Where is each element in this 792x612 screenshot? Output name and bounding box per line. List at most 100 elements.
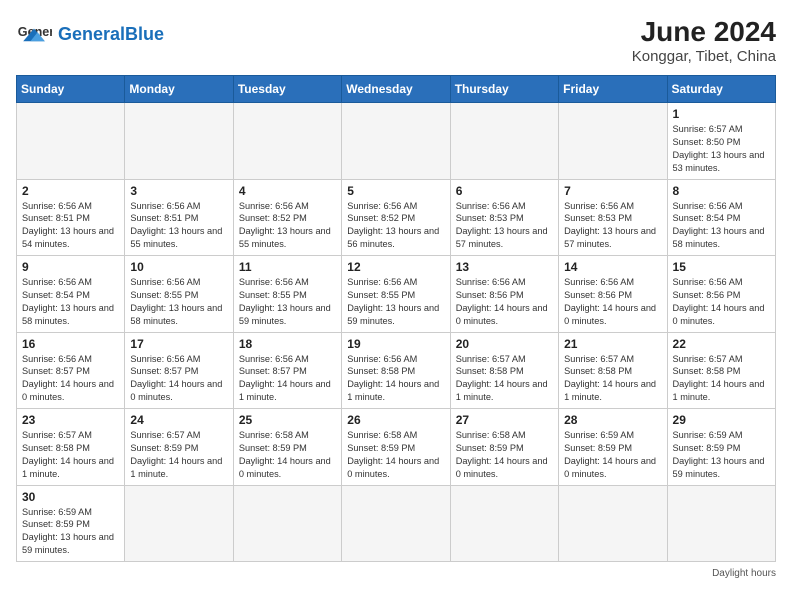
calendar-cell: 27 Sunrise: 6:58 AMSunset: 8:59 PMDayligh… bbox=[450, 409, 558, 486]
day-info: Sunrise: 6:56 AMSunset: 8:54 PMDaylight:… bbox=[22, 276, 119, 328]
calendar-cell: 16 Sunrise: 6:56 AMSunset: 8:57 PMDayligh… bbox=[17, 332, 125, 409]
calendar-row: 1Sunrise: 6:57 AMSunset: 8:50 PMDaylight… bbox=[17, 103, 776, 180]
day-number: 22 bbox=[673, 337, 770, 351]
page-header: General GeneralBlue June 2024 Konggar, T… bbox=[16, 16, 776, 65]
day-number: 29 bbox=[673, 413, 770, 427]
calendar-cell: 26 Sunrise: 6:58 AMSunset: 8:59 PMDayligh… bbox=[342, 409, 450, 486]
calendar-cell bbox=[17, 103, 125, 180]
day-number: 1 bbox=[673, 107, 770, 121]
day-info: Sunrise: 6:56 AMSunset: 8:55 PMDaylight:… bbox=[239, 276, 336, 328]
calendar-row: 16 Sunrise: 6:56 AMSunset: 8:57 PMDayligh… bbox=[17, 332, 776, 409]
day-info: Sunrise: 6:59 AMSunset: 8:59 PMDaylight:… bbox=[564, 429, 661, 481]
day-number: 23 bbox=[22, 413, 119, 427]
calendar-table: SundayMondayTuesdayWednesdayThursdayFrid… bbox=[16, 75, 776, 562]
day-number: 30 bbox=[22, 490, 119, 504]
weekday-header-thursday: Thursday bbox=[450, 76, 558, 103]
day-number: 25 bbox=[239, 413, 336, 427]
daylight-label: Daylight hours bbox=[712, 568, 776, 579]
calendar-cell bbox=[125, 485, 233, 562]
calendar-row: 9Sunrise: 6:56 AMSunset: 8:54 PMDaylight… bbox=[17, 256, 776, 333]
day-info: Sunrise: 6:56 AMSunset: 8:57 PMDaylight:… bbox=[22, 353, 119, 405]
logo-text: GeneralBlue bbox=[58, 24, 164, 45]
logo: General GeneralBlue bbox=[16, 16, 164, 52]
calendar-cell: 29 Sunrise: 6:59 AMSunset: 8:59 PMDayligh… bbox=[667, 409, 775, 486]
calendar-cell: 9Sunrise: 6:56 AMSunset: 8:54 PMDaylight… bbox=[17, 256, 125, 333]
day-number: 3 bbox=[130, 184, 227, 198]
calendar-cell bbox=[233, 485, 341, 562]
calendar-cell bbox=[559, 485, 667, 562]
title-block: June 2024 Konggar, Tibet, China bbox=[632, 16, 776, 65]
day-number: 27 bbox=[456, 413, 553, 427]
day-info: Sunrise: 6:56 AMSunset: 8:52 PMDaylight:… bbox=[347, 200, 444, 252]
weekday-row: SundayMondayTuesdayWednesdayThursdayFrid… bbox=[17, 76, 776, 103]
day-info: Sunrise: 6:59 AMSunset: 8:59 PMDaylight:… bbox=[673, 429, 770, 481]
calendar-cell: 11 Sunrise: 6:56 AMSunset: 8:55 PMDayligh… bbox=[233, 256, 341, 333]
calendar-cell bbox=[233, 103, 341, 180]
day-number: 19 bbox=[347, 337, 444, 351]
day-info: Sunrise: 6:58 AMSunset: 8:59 PMDaylight:… bbox=[347, 429, 444, 481]
day-number: 20 bbox=[456, 337, 553, 351]
calendar-cell: 17 Sunrise: 6:56 AMSunset: 8:57 PMDayligh… bbox=[125, 332, 233, 409]
day-info: Sunrise: 6:56 AMSunset: 8:51 PMDaylight:… bbox=[22, 200, 119, 252]
calendar-cell: 24Sunrise: 6:57 AMSunset: 8:59 PMDayligh… bbox=[125, 409, 233, 486]
calendar-cell: 3 Sunrise: 6:56 AMSunset: 8:51 PMDaylight… bbox=[125, 179, 233, 256]
location: Konggar, Tibet, China bbox=[632, 48, 776, 65]
day-number: 10 bbox=[130, 260, 227, 274]
calendar-cell: 19 Sunrise: 6:56 AMSunset: 8:58 PMDayligh… bbox=[342, 332, 450, 409]
calendar-row: 30 Sunrise: 6:59 AMSunset: 8:59 PMDayligh… bbox=[17, 485, 776, 562]
day-number: 26 bbox=[347, 413, 444, 427]
day-number: 2 bbox=[22, 184, 119, 198]
calendar-cell: 28Sunrise: 6:59 AMSunset: 8:59 PMDayligh… bbox=[559, 409, 667, 486]
day-info: Sunrise: 6:57 AMSunset: 8:59 PMDaylight:… bbox=[130, 429, 227, 481]
calendar-cell bbox=[125, 103, 233, 180]
day-info: Sunrise: 6:56 AMSunset: 8:58 PMDaylight:… bbox=[347, 353, 444, 405]
day-number: 8 bbox=[673, 184, 770, 198]
day-number: 13 bbox=[456, 260, 553, 274]
calendar-cell bbox=[559, 103, 667, 180]
calendar-cell bbox=[667, 485, 775, 562]
weekday-header-monday: Monday bbox=[125, 76, 233, 103]
day-info: Sunrise: 6:56 AMSunset: 8:51 PMDaylight:… bbox=[130, 200, 227, 252]
calendar-cell bbox=[342, 485, 450, 562]
weekday-header-sunday: Sunday bbox=[17, 76, 125, 103]
weekday-header-friday: Friday bbox=[559, 76, 667, 103]
day-info: Sunrise: 6:56 AMSunset: 8:57 PMDaylight:… bbox=[130, 353, 227, 405]
day-info: Sunrise: 6:56 AMSunset: 8:56 PMDaylight:… bbox=[456, 276, 553, 328]
day-info: Sunrise: 6:56 AMSunset: 8:53 PMDaylight:… bbox=[564, 200, 661, 252]
footer: Daylight hours bbox=[16, 568, 776, 579]
calendar-cell: 25 Sunrise: 6:58 AMSunset: 8:59 PMDayligh… bbox=[233, 409, 341, 486]
day-info: Sunrise: 6:57 AMSunset: 8:58 PMDaylight:… bbox=[456, 353, 553, 405]
day-info: Sunrise: 6:58 AMSunset: 8:59 PMDaylight:… bbox=[239, 429, 336, 481]
day-info: Sunrise: 6:59 AMSunset: 8:59 PMDaylight:… bbox=[22, 506, 119, 558]
day-number: 21 bbox=[564, 337, 661, 351]
day-number: 15 bbox=[673, 260, 770, 274]
calendar-cell: 6 Sunrise: 6:56 AMSunset: 8:53 PMDaylight… bbox=[450, 179, 558, 256]
calendar-header: SundayMondayTuesdayWednesdayThursdayFrid… bbox=[17, 76, 776, 103]
calendar-cell: 30 Sunrise: 6:59 AMSunset: 8:59 PMDayligh… bbox=[17, 485, 125, 562]
day-number: 5 bbox=[347, 184, 444, 198]
calendar-row: 23Sunrise: 6:57 AMSunset: 8:58 PMDayligh… bbox=[17, 409, 776, 486]
calendar-cell: 12Sunrise: 6:56 AMSunset: 8:55 PMDayligh… bbox=[342, 256, 450, 333]
day-number: 12 bbox=[347, 260, 444, 274]
day-info: Sunrise: 6:58 AMSunset: 8:59 PMDaylight:… bbox=[456, 429, 553, 481]
day-number: 17 bbox=[130, 337, 227, 351]
logo-blue: Blue bbox=[125, 24, 164, 44]
day-info: Sunrise: 6:56 AMSunset: 8:53 PMDaylight:… bbox=[456, 200, 553, 252]
calendar-cell: 13 Sunrise: 6:56 AMSunset: 8:56 PMDayligh… bbox=[450, 256, 558, 333]
calendar-cell bbox=[342, 103, 450, 180]
day-info: Sunrise: 6:56 AMSunset: 8:55 PMDaylight:… bbox=[130, 276, 227, 328]
day-info: Sunrise: 6:56 AMSunset: 8:56 PMDaylight:… bbox=[564, 276, 661, 328]
day-info: Sunrise: 6:56 AMSunset: 8:54 PMDaylight:… bbox=[673, 200, 770, 252]
calendar-cell: 22Sunrise: 6:57 AMSunset: 8:58 PMDayligh… bbox=[667, 332, 775, 409]
day-number: 6 bbox=[456, 184, 553, 198]
calendar-cell: 15Sunrise: 6:56 AMSunset: 8:56 PMDayligh… bbox=[667, 256, 775, 333]
calendar-cell bbox=[450, 485, 558, 562]
calendar-row: 2 Sunrise: 6:56 AMSunset: 8:51 PMDaylight… bbox=[17, 179, 776, 256]
day-number: 16 bbox=[22, 337, 119, 351]
calendar-cell: 8 Sunrise: 6:56 AMSunset: 8:54 PMDaylight… bbox=[667, 179, 775, 256]
logo-general: General bbox=[58, 24, 125, 44]
calendar-cell: 18Sunrise: 6:56 AMSunset: 8:57 PMDayligh… bbox=[233, 332, 341, 409]
day-info: Sunrise: 6:56 AMSunset: 8:52 PMDaylight:… bbox=[239, 200, 336, 252]
calendar-cell bbox=[450, 103, 558, 180]
day-number: 11 bbox=[239, 260, 336, 274]
